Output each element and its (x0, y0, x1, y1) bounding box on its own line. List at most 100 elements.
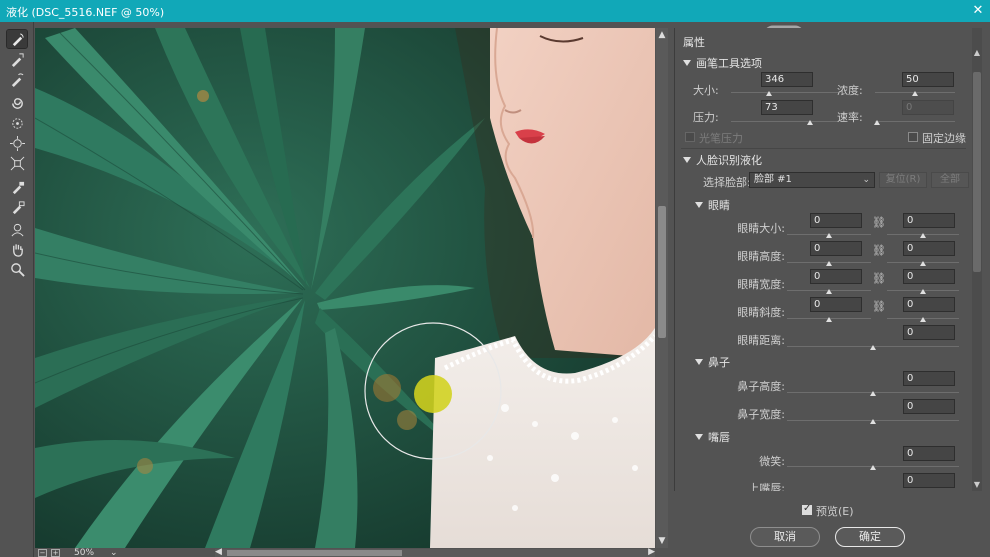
eye-height-right-slider[interactable] (887, 260, 959, 266)
zoom-controls: − + 50% ⌄ (38, 548, 118, 557)
zoom-in-icon[interactable]: + (51, 549, 60, 557)
chevron-down-icon (695, 359, 703, 365)
scroll-right-icon[interactable]: ▶ (648, 547, 655, 557)
eye-size-left-slider[interactable] (787, 232, 871, 238)
smile-input[interactable]: 0 (903, 446, 955, 461)
close-icon[interactable]: ✕ (966, 0, 990, 22)
density-input[interactable]: 50 (902, 72, 954, 87)
eye-tilt-left-slider[interactable] (787, 316, 871, 322)
tool-palette (0, 22, 34, 557)
eye-tilt-right-input[interactable]: 0 (903, 297, 955, 312)
eye-width-left-slider[interactable] (787, 288, 871, 294)
eye-height-left-slider[interactable] (787, 260, 871, 266)
size-label: 大小: (693, 84, 719, 97)
smile-slider[interactable] (787, 464, 959, 470)
scroll-up-icon[interactable]: ▲ (972, 48, 982, 57)
eye-distance-slider[interactable] (787, 344, 959, 350)
forward-warp-tool-icon[interactable] (6, 29, 28, 49)
link-icon[interactable]: ⛓ (872, 272, 886, 285)
nose-header[interactable]: 鼻子 (695, 354, 730, 370)
hand-tool-icon[interactable] (7, 240, 27, 258)
cancel-button[interactable]: 取消 (750, 527, 820, 547)
brush-options-header[interactable]: 画笔工具选项 (683, 55, 762, 71)
eye-size-label: 眼睛大小: (737, 222, 785, 235)
reset-button[interactable]: 复位(R) (879, 172, 927, 188)
nose-height-slider[interactable] (787, 390, 959, 396)
density-slider[interactable] (875, 90, 955, 96)
pressure-input[interactable]: 73 (761, 100, 813, 115)
scroll-up-icon[interactable]: ▲ (657, 30, 667, 40)
face-liquify-header[interactable]: 人脸识别液化 (683, 152, 762, 168)
select-face-label: 选择脸部: (703, 176, 751, 189)
link-icon[interactable]: ⛓ (872, 300, 886, 313)
scroll-down-icon[interactable]: ▼ (972, 480, 982, 489)
reconstruct-tool-icon[interactable] (7, 50, 27, 68)
scroll-thumb[interactable] (227, 550, 402, 556)
twirl-tool-icon[interactable] (7, 94, 27, 112)
chevron-down-icon[interactable]: ⌄ (110, 548, 118, 557)
dialog-footer: 预览(E) 取消 确定 (674, 491, 990, 557)
eye-tilt-label: 眼睛斜度: (737, 306, 785, 319)
chevron-down-icon (683, 60, 691, 66)
panel-scrollbar[interactable]: ▲ ▼ (972, 28, 982, 491)
liquify-preview-canvas[interactable] (35, 28, 655, 548)
nose-width-slider[interactable] (787, 418, 959, 424)
nose-title: 鼻子 (708, 356, 730, 369)
eye-size-right-input[interactable]: 0 (903, 213, 955, 228)
pressure-label: 压力: (693, 111, 719, 124)
properties-panel: 属性 画笔工具选项 大小: 346 浓度: 50 压力: 73 速率: 0 光笔… (674, 28, 972, 491)
smooth-tool-icon[interactable] (7, 70, 27, 88)
rate-input[interactable]: 0 (902, 100, 954, 115)
chevron-down-icon (683, 157, 691, 163)
dialog-title-bar: 液化 (DSC_5516.NEF @ 50%) ✕ (0, 0, 990, 22)
all-button[interactable]: 全部 (931, 172, 969, 188)
thaw-mask-tool-icon[interactable] (7, 198, 27, 216)
eye-width-right-slider[interactable] (887, 288, 959, 294)
zoom-level[interactable]: 50% (74, 548, 94, 557)
eye-width-left-input[interactable]: 0 (810, 269, 862, 284)
pen-pressure-checkbox[interactable] (685, 132, 695, 142)
scroll-thumb[interactable] (658, 206, 666, 338)
eyes-header[interactable]: 眼睛 (695, 197, 730, 213)
eye-height-label: 眼睛高度: (737, 250, 785, 263)
zoom-out-icon[interactable]: − (38, 549, 47, 557)
zoom-tool-icon[interactable] (7, 260, 27, 278)
size-slider[interactable] (731, 90, 839, 96)
pucker-tool-icon[interactable] (7, 114, 27, 132)
bloat-tool-icon[interactable] (7, 134, 27, 152)
nose-width-input[interactable]: 0 (903, 399, 955, 414)
eye-width-right-input[interactable]: 0 (903, 269, 955, 284)
scroll-down-icon[interactable]: ▼ (657, 536, 667, 546)
pin-edges-checkbox[interactable] (908, 132, 918, 142)
link-icon[interactable]: ⛓ (872, 244, 886, 257)
select-face-value: 脸部 #1 (754, 174, 792, 185)
upper-lip-input[interactable]: 0 (903, 473, 955, 488)
nose-width-label: 鼻子宽度: (737, 408, 785, 421)
eye-distance-input[interactable]: 0 (903, 325, 955, 340)
nose-height-input[interactable]: 0 (903, 371, 955, 386)
pressure-slider[interactable] (731, 119, 839, 125)
preview-checkbox[interactable] (802, 503, 812, 515)
eye-size-left-input[interactable]: 0 (810, 213, 862, 228)
eye-tilt-right-slider[interactable] (887, 316, 959, 322)
face-tool-icon[interactable] (7, 220, 27, 238)
ok-button[interactable]: 确定 (835, 527, 905, 547)
scroll-thumb[interactable] (973, 72, 981, 272)
select-face-dropdown[interactable]: 脸部 #1 ⌄ (749, 172, 875, 188)
size-input[interactable]: 346 (761, 72, 813, 87)
eye-size-right-slider[interactable] (887, 232, 959, 238)
chevron-down-icon: ⌄ (862, 175, 870, 185)
eye-tilt-left-input[interactable]: 0 (810, 297, 862, 312)
push-left-tool-icon[interactable] (7, 154, 27, 172)
freeze-mask-tool-icon[interactable] (7, 178, 27, 196)
rate-slider[interactable] (873, 119, 955, 125)
face-liquify-title: 人脸识别液化 (696, 154, 762, 167)
eye-height-right-input[interactable]: 0 (903, 241, 955, 256)
mouth-header[interactable]: 嘴唇 (695, 429, 730, 445)
eye-height-left-input[interactable]: 0 (810, 241, 862, 256)
link-icon[interactable]: ⛓ (872, 216, 886, 229)
eyes-title: 眼睛 (708, 199, 730, 212)
canvas-vertical-scrollbar[interactable]: ▲ ▼ (656, 28, 668, 548)
scroll-left-icon[interactable]: ◀ (215, 547, 222, 557)
canvas-horizontal-scrollbar[interactable]: ◀ ▶ (215, 547, 655, 557)
